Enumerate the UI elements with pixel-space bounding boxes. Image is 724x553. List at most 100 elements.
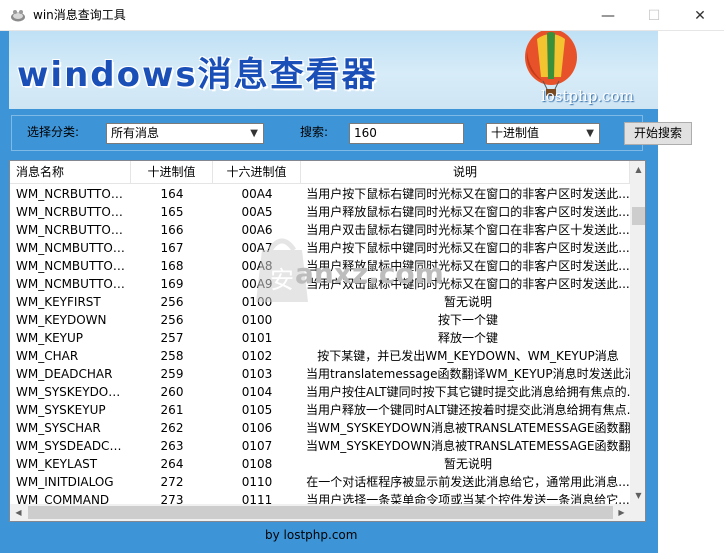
row-message-name: WM_CHAR <box>16 349 79 363</box>
row-message-name: WM_KEYFIRST <box>16 295 101 309</box>
banner: windows消息查看器 lostphp.com <box>9 31 658 109</box>
row-hex-value: 0102 <box>241 349 273 363</box>
row-hex-value: 00A5 <box>241 205 273 219</box>
table-row[interactable]: WM_SYSKEYDOWN 260 0104 当用户按住ALT键同时按下其它键时提交此… <box>10 383 630 401</box>
row-message-name: WM_DEADCHAR <box>16 367 113 381</box>
row-message-name: WM_SYSDEADCHAR <box>16 439 129 453</box>
app-icon <box>11 10 25 22</box>
category-select-value: 所有消息 <box>111 126 160 140</box>
column-header-decimal[interactable]: 十进制值 <box>131 161 213 184</box>
row-description: 释放一个键 <box>437 331 498 345</box>
column-header-name[interactable]: 消息名称 <box>10 161 131 184</box>
table-header: 消息名称 十进制值 十六进制值 说明 <box>10 161 630 184</box>
row-decimal-value: 165 <box>160 205 184 219</box>
row-message-name: WM_KEYUP <box>16 331 84 345</box>
row-description: 按下一个键 <box>437 313 498 327</box>
column-header-description[interactable]: 说明 <box>301 161 630 184</box>
table-row[interactable]: WM_INITDIALOG 272 0110 在一个对话框程序被显示前发送此消息给它，… <box>10 473 630 491</box>
row-decimal-value: 167 <box>160 241 184 255</box>
row-decimal-value: 168 <box>160 259 184 273</box>
row-decimal-value: 272 <box>160 475 184 489</box>
table-row[interactable]: WM_SYSCHAR 262 0106 当WM_SYSKEYDOWN消息被TRANSL… <box>10 419 630 437</box>
row-hex-value: 0107 <box>241 439 273 453</box>
base-select-value: 十进制值 <box>491 126 540 140</box>
row-message-name: WM_NCRBUTTON... <box>16 205 129 219</box>
row-hex-value: 0103 <box>241 367 273 381</box>
row-message-name: WM_SYSKEYDOWN <box>16 385 129 399</box>
row-hex-value: 0110 <box>241 475 273 489</box>
minimize-button[interactable]: — <box>585 0 631 31</box>
scrollbar-corner <box>630 504 645 521</box>
horizontal-scrollbar[interactable]: ◀ ▶ <box>10 504 630 521</box>
row-message-name: WM_INITDIALOG <box>16 475 114 489</box>
row-hex-value: 0104 <box>241 385 273 399</box>
row-description: 当WM_SYSKEYDOWN消息被TRANSLATEMESSAGE函数翻... <box>306 421 630 435</box>
table-row[interactable]: WM_NCRBUTTON... 164 00A4 当用户按下鼠标右键同时光标又在窗口的… <box>10 185 630 203</box>
row-description: 在一个对话框程序被显示前发送此消息给它，通常用此消息... <box>306 475 630 489</box>
maximize-button[interactable]: ☐ <box>631 0 677 31</box>
watermark-glyph: 安 <box>270 266 294 294</box>
table-row[interactable]: WM_KEYLAST 264 0108 暂无说明 <box>10 455 630 473</box>
window-title: win消息查询工具 <box>33 8 126 22</box>
row-hex-value: 0100 <box>241 313 273 327</box>
row-message-name: WM_SYSKEYUP <box>16 403 106 417</box>
base-select[interactable]: 十进制值 ▼ <box>486 123 600 144</box>
row-description: 当用户按住ALT键同时按下其它键时提交此消息给拥有焦点的... <box>306 385 630 399</box>
row-message-name: WM_NCMBUTTON... <box>16 241 129 255</box>
row-description: 当用户释放鼠标右键同时光标又在窗口的非客户区时发送此... <box>306 205 630 219</box>
search-input[interactable]: 160 <box>349 123 464 144</box>
row-decimal-value: 169 <box>160 277 184 291</box>
footer-credit: by lostphp.com <box>265 528 358 542</box>
row-hex-value: 0101 <box>241 331 273 345</box>
table-row[interactable]: WM_DEADCHAR 259 0103 当用translatemessage函数翻译… <box>10 365 630 383</box>
row-decimal-value: 261 <box>160 403 184 417</box>
scroll-left-icon[interactable]: ◀ <box>10 504 27 521</box>
scroll-down-icon[interactable]: ▼ <box>630 487 645 504</box>
table-row[interactable]: WM_KEYDOWN 256 0100 按下一个键 <box>10 311 630 329</box>
table-row[interactable]: WM_CHAR 258 0102 按下某键，并已发出WM_KEYDOWN、WM_KEY… <box>10 347 630 365</box>
row-decimal-value: 263 <box>160 439 184 453</box>
row-decimal-value: 164 <box>160 187 184 201</box>
title-bar: win消息查询工具 — ☐ ✕ <box>0 0 724 31</box>
banner-url: lostphp.com <box>541 87 634 105</box>
category-select[interactable]: 所有消息 ▼ <box>106 123 264 144</box>
scroll-up-icon[interactable]: ▲ <box>630 161 645 178</box>
table-row[interactable]: WM_NCRBUTTON... 165 00A5 当用户释放鼠标右键同时光标又在窗口的… <box>10 203 630 221</box>
row-decimal-value: 264 <box>160 457 184 471</box>
table-row[interactable]: WM_SYSDEADCHAR 263 0107 当WM_SYSKEYDOWN消息被TR… <box>10 437 630 455</box>
row-message-name: WM_NCMBUTTON... <box>16 277 129 291</box>
chevron-down-icon: ▼ <box>250 128 258 139</box>
row-hex-value: 0106 <box>241 421 273 435</box>
vertical-scroll-thumb[interactable] <box>632 207 645 225</box>
vertical-scrollbar[interactable]: ▲ ▼ <box>630 161 645 504</box>
row-message-name: WM_NCMBUTTON... <box>16 259 129 273</box>
horizontal-scroll-thumb[interactable] <box>28 506 613 519</box>
message-table[interactable]: 消息名称 十进制值 十六进制值 说明 WM_NCRBUTTON... 164 00A… <box>9 160 646 522</box>
row-decimal-value: 262 <box>160 421 184 435</box>
row-description: 按下某键，并已发出WM_KEYDOWN、WM_KEYUP消息 <box>317 349 619 363</box>
row-decimal-value: 259 <box>160 367 184 381</box>
row-description: 当用户释放一个键同时ALT键还按着时提交此消息给拥有焦点... <box>306 403 630 417</box>
close-button[interactable]: ✕ <box>677 0 723 31</box>
category-label: 选择分类: <box>27 125 80 139</box>
row-hex-value: 0105 <box>241 403 273 417</box>
row-hex-value: 0108 <box>241 457 273 471</box>
row-decimal-value: 258 <box>160 349 184 363</box>
watermark-text: anxz.com <box>295 257 444 290</box>
row-message-name: WM_NCRBUTTON... <box>16 187 129 201</box>
row-decimal-value: 256 <box>160 313 184 327</box>
scroll-right-icon[interactable]: ▶ <box>613 504 630 521</box>
table-row[interactable]: WM_KEYUP 257 0101 释放一个键 <box>10 329 630 347</box>
chevron-down-icon: ▼ <box>586 128 594 139</box>
search-label: 搜索: <box>300 125 329 139</box>
row-description: 当用translatemessage函数翻译WM_KEYUP消息时发送此消... <box>306 367 630 381</box>
row-hex-value: 00A4 <box>241 187 273 201</box>
row-description: 当WM_SYSKEYDOWN消息被TRANSLATEMESSAGE函数翻... <box>306 439 630 453</box>
column-header-hex[interactable]: 十六进制值 <box>213 161 301 184</box>
table-row[interactable]: WM_SYSKEYUP 261 0105 当用户释放一个键同时ALT键还按着时提交此消… <box>10 401 630 419</box>
row-description: 当用户按下鼠标右键同时光标又在窗口的非客户区时发送此... <box>306 187 630 201</box>
search-button[interactable]: 开始搜索 <box>624 122 692 145</box>
row-decimal-value: 260 <box>160 385 184 399</box>
row-message-name: WM_NCRBUTTON... <box>16 223 129 237</box>
row-message-name: WM_KEYLAST <box>16 457 98 471</box>
